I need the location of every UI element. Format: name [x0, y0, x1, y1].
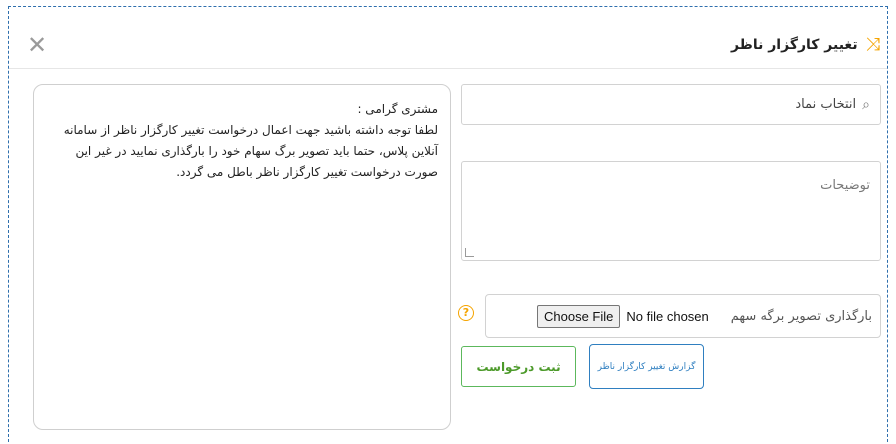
- dialog-title: تغییر کارگزار ناظر: [730, 37, 858, 53]
- file-upload-field: بارگذاری تصویر برگه سهم Choose File No f…: [485, 294, 881, 338]
- notice-heading: مشتری گرامی :: [357, 102, 438, 116]
- report-button[interactable]: گزارش تغییر کارگزار ناظر: [589, 344, 704, 389]
- resize-handle-icon[interactable]: [465, 248, 474, 257]
- header-divider: [9, 68, 887, 69]
- description-textarea[interactable]: توضیحات: [461, 161, 881, 261]
- symbol-placeholder: انتخاب نماد: [795, 97, 857, 112]
- symbol-search-input[interactable]: ⌕ انتخاب نماد: [461, 84, 881, 125]
- no-file-chosen-text: No file chosen: [626, 308, 709, 324]
- shuffle-icon: ⤨: [865, 34, 880, 55]
- help-icon[interactable]: ?: [458, 305, 474, 321]
- search-icon: ⌕: [862, 96, 870, 113]
- notice-panel: مشتری گرامی : لطفا توجه داشته باشید جهت …: [33, 84, 451, 430]
- title-wrap: ⤨ تغییر کارگزار ناظر: [731, 36, 880, 54]
- description-placeholder: توضیحات: [820, 178, 870, 193]
- submit-button[interactable]: ثبت درخواست: [461, 346, 576, 387]
- dialog-header: ✕ ⤨ تغییر کارگزار ناظر: [8, 6, 888, 66]
- file-input[interactable]: Choose File No file chosen: [537, 304, 709, 328]
- upload-label: بارگذاری تصویر برگه سهم: [730, 308, 872, 324]
- notice-body: لطفا توجه داشته باشید جهت اعمال درخواست …: [63, 123, 438, 179]
- close-icon[interactable]: ✕: [26, 33, 48, 57]
- choose-file-button[interactable]: Choose File: [537, 304, 621, 328]
